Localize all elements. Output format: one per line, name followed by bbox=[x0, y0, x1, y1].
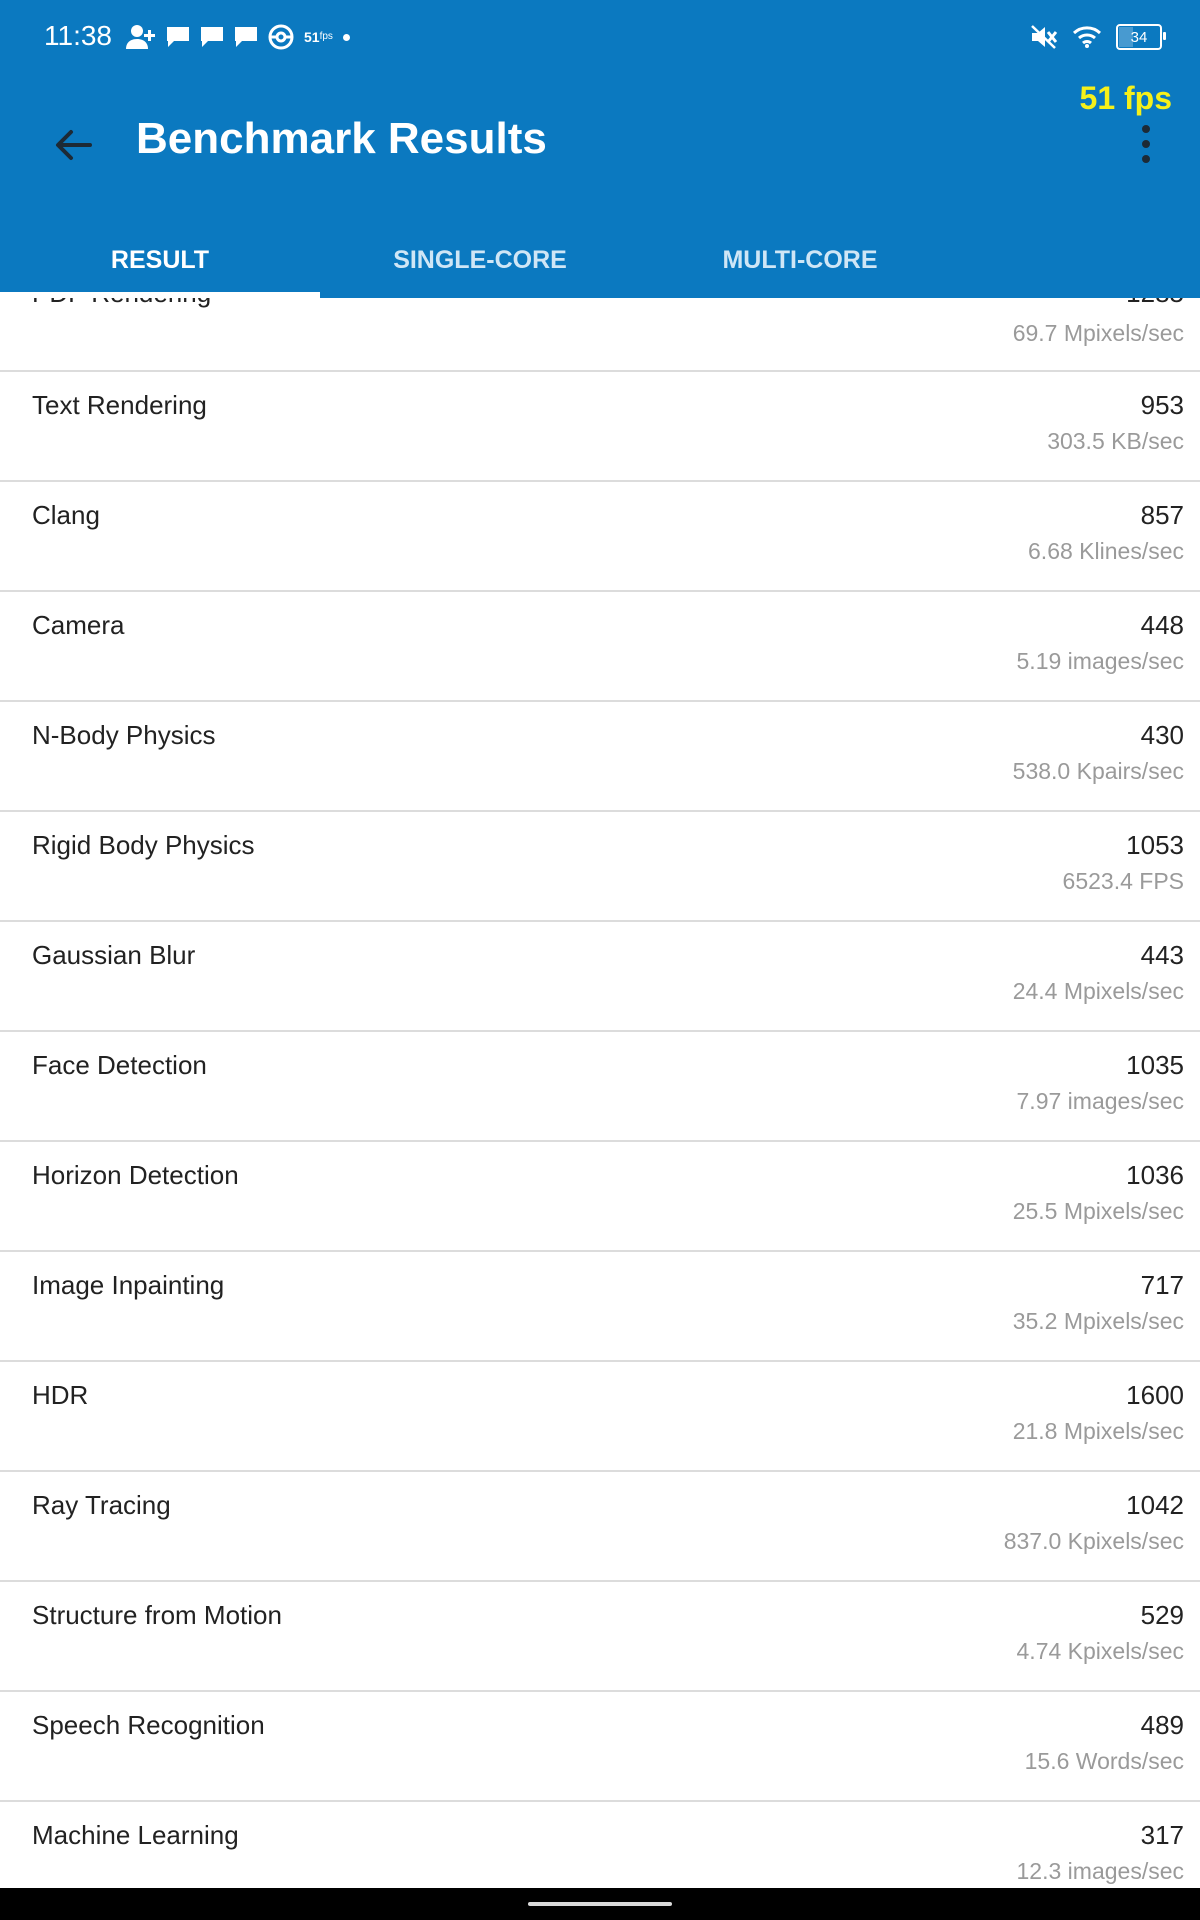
list-item: Camera 448 5.19 images/sec bbox=[0, 592, 1200, 702]
result-score: 1036 bbox=[1126, 1160, 1184, 1190]
result-score: 1285 bbox=[1126, 298, 1184, 309]
tab-single-core[interactable]: SINGLE-CORE bbox=[320, 222, 640, 298]
tab-bar: RESULT SINGLE-CORE MULTI-CORE bbox=[0, 222, 1200, 298]
fps-overlay: 51 fps bbox=[1079, 80, 1172, 116]
result-name: Gaussian Blur bbox=[32, 940, 196, 970]
notification-icons: 51 fps bbox=[126, 20, 350, 54]
list-item: Ray Tracing 1042 837.0 Kpixels/sec bbox=[0, 1472, 1200, 1582]
result-rate: 538.0 Kpairs/sec bbox=[1012, 758, 1184, 784]
wifi-icon bbox=[1072, 25, 1102, 49]
result-name: N-Body Physics bbox=[32, 720, 216, 750]
dot-icon bbox=[342, 33, 350, 41]
list-item: Rigid Body Physics 1053 6523.4 FPS bbox=[0, 812, 1200, 922]
list-item: Horizon Detection 1036 25.5 Mpixels/sec bbox=[0, 1142, 1200, 1252]
tab-result[interactable]: RESULT bbox=[0, 222, 320, 298]
result-rate: 7.97 images/sec bbox=[1016, 1088, 1184, 1114]
result-rate: 12.3 images/sec bbox=[1016, 1858, 1184, 1884]
result-score: 430 bbox=[1140, 720, 1184, 750]
list-item: HDR 1600 21.8 Mpixels/sec bbox=[0, 1362, 1200, 1472]
result-rate: 837.0 Kpixels/sec bbox=[1003, 1528, 1184, 1554]
result-name: Ray Tracing bbox=[32, 1490, 171, 1520]
list-item: PDF Rendering 1285 69.7 Mpixels/sec bbox=[0, 298, 1200, 372]
person-add-icon bbox=[126, 24, 156, 50]
result-name: Face Detection bbox=[32, 1050, 207, 1080]
result-name: Camera bbox=[32, 610, 125, 640]
list-item: N-Body Physics 430 538.0 Kpairs/sec bbox=[0, 702, 1200, 812]
message-icon bbox=[200, 26, 224, 48]
result-name: Clang bbox=[32, 500, 100, 530]
result-name: PDF Rendering bbox=[32, 298, 211, 309]
home-gesture-handle[interactable] bbox=[528, 1902, 672, 1906]
result-score: 317 bbox=[1140, 1820, 1184, 1850]
battery-icon: 34 bbox=[1116, 24, 1166, 50]
result-rate: 24.4 Mpixels/sec bbox=[1012, 978, 1184, 1004]
result-score: 717 bbox=[1140, 1270, 1184, 1300]
list-item: Machine Learning 317 12.3 images/sec bbox=[0, 1802, 1200, 1888]
result-score: 448 bbox=[1140, 610, 1184, 640]
list-item: Face Detection 1035 7.97 images/sec bbox=[0, 1032, 1200, 1142]
result-rate: 35.2 Mpixels/sec bbox=[1012, 1308, 1184, 1334]
result-name: Horizon Detection bbox=[32, 1160, 239, 1190]
result-score: 529 bbox=[1140, 1600, 1184, 1630]
result-rate: 303.5 KB/sec bbox=[1047, 428, 1184, 454]
result-score: 1053 bbox=[1126, 830, 1184, 860]
result-rate: 25.5 Mpixels/sec bbox=[1012, 1198, 1184, 1224]
fps-counter-icon: 51 fps bbox=[304, 29, 333, 45]
mute-icon bbox=[1030, 24, 1058, 50]
result-name: Speech Recognition bbox=[32, 1710, 265, 1740]
result-score: 1042 bbox=[1126, 1490, 1184, 1520]
list-item: Text Rendering 953 303.5 KB/sec bbox=[0, 372, 1200, 482]
more-vert-icon[interactable] bbox=[1126, 114, 1166, 174]
result-score: 953 bbox=[1140, 390, 1184, 420]
result-score: 1600 bbox=[1126, 1380, 1184, 1410]
result-rate: 4.74 Kpixels/sec bbox=[1016, 1638, 1184, 1664]
result-rate: 6.68 Klines/sec bbox=[1028, 538, 1184, 564]
tab-multi-core[interactable]: MULTI-CORE bbox=[640, 222, 960, 298]
system-icons: 34 bbox=[1030, 20, 1166, 54]
page-title: Benchmark Results bbox=[136, 114, 547, 163]
result-name: Rigid Body Physics bbox=[32, 830, 255, 860]
pokeball-icon bbox=[268, 24, 294, 50]
list-item: Clang 857 6.68 Klines/sec bbox=[0, 482, 1200, 592]
message-icon bbox=[166, 26, 190, 48]
result-name: Text Rendering bbox=[32, 390, 207, 420]
result-rate: 5.19 images/sec bbox=[1016, 648, 1184, 674]
result-rate: 15.6 Words/sec bbox=[1024, 1748, 1184, 1774]
result-score: 1035 bbox=[1126, 1050, 1184, 1080]
back-button[interactable] bbox=[44, 116, 102, 174]
status-bar: 11:38 51 fps 34 bbox=[0, 0, 1200, 74]
result-name: HDR bbox=[32, 1380, 89, 1410]
arrow-left-icon bbox=[56, 130, 92, 160]
navigation-bar bbox=[0, 1888, 1200, 1920]
status-time: 11:38 bbox=[44, 20, 112, 51]
result-rate: 69.7 Mpixels/sec bbox=[1012, 320, 1184, 346]
result-name: Image Inpainting bbox=[32, 1270, 225, 1300]
list-item: Structure from Motion 529 4.74 Kpixels/s… bbox=[0, 1582, 1200, 1692]
list-item: Speech Recognition 489 15.6 Words/sec bbox=[0, 1692, 1200, 1802]
result-score: 857 bbox=[1140, 500, 1184, 530]
result-score: 489 bbox=[1140, 1710, 1184, 1740]
message-icon bbox=[234, 26, 258, 48]
result-name: Machine Learning bbox=[32, 1820, 239, 1850]
result-score: 443 bbox=[1140, 940, 1184, 970]
result-rate: 6523.4 FPS bbox=[1062, 868, 1184, 894]
result-name: Structure from Motion bbox=[32, 1600, 282, 1630]
result-rate: 21.8 Mpixels/sec bbox=[1012, 1418, 1184, 1444]
list-item: Gaussian Blur 443 24.4 Mpixels/sec bbox=[0, 922, 1200, 1032]
list-item: Image Inpainting 717 35.2 Mpixels/sec bbox=[0, 1252, 1200, 1362]
results-list[interactable]: PDF Rendering 1285 69.7 Mpixels/sec Text… bbox=[0, 298, 1200, 1888]
app-bar: Benchmark Results 51 fps RESULT SINGLE-C… bbox=[0, 74, 1200, 298]
